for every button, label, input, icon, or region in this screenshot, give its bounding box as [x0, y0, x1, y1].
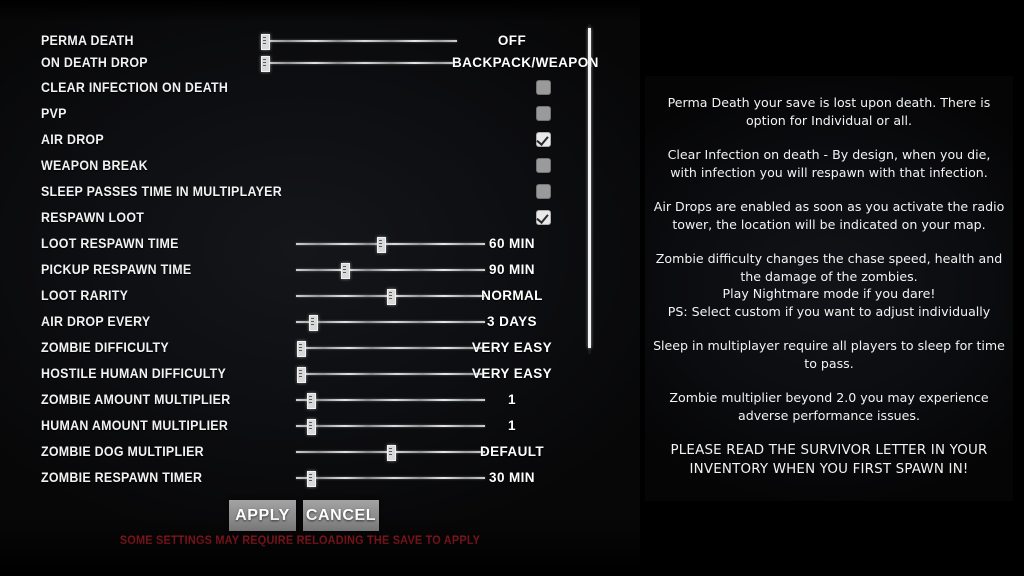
info-paragraph: Zombie multiplier beyond 2.0 you may exp… — [669, 390, 989, 423]
settings-row: LOOT RARITY NORMAL — [0, 285, 600, 307]
setting-value: VERY EASY — [471, 340, 553, 355]
info-paragraph: Zombie difficulty changes the chase spee… — [655, 251, 1003, 284]
setting-value: 90 MIN — [489, 262, 535, 277]
setting-label: PERMA DEATH — [41, 33, 134, 48]
settings-row: HUMAN AMOUNT MULTIPLIER 1 — [0, 415, 600, 437]
info-paragraph: PS: Select custom if you want to adjust … — [667, 303, 991, 319]
cancel-button-label: CANCEL — [305, 506, 377, 524]
slider-handle[interactable] — [307, 393, 317, 409]
info-paragraph: Air Drops are enabled as soon as you act… — [653, 199, 1005, 232]
setting-value: 60 MIN — [489, 236, 535, 251]
slider-handle[interactable] — [386, 445, 396, 461]
setting-label: AIR DROP — [41, 132, 104, 147]
cancel-button[interactable]: CANCEL — [303, 500, 379, 531]
warning-text: SOME SETTINGS MAY REQUIRE RELOADING THE … — [119, 535, 481, 547]
slider-handle[interactable] — [377, 237, 387, 253]
settings-row: PICKUP RESPAWN TIME 90 MIN — [0, 259, 600, 281]
setting-label: AIR DROP EVERY — [41, 314, 151, 329]
slider-handle[interactable] — [341, 263, 351, 279]
info-paragraph: Perma Death your save is lost upon death… — [667, 95, 991, 128]
settings-row: CLEAR INFECTION ON DEATH — [0, 77, 600, 99]
setting-label: ZOMBIE DOG MULTIPLIER — [41, 444, 204, 459]
settings-row: LOOT RESPAWN TIME 60 MIN — [0, 233, 600, 255]
setting-value: BACKPACK/WEAPON — [452, 55, 599, 70]
setting-value: 1 — [508, 392, 516, 407]
settings-row: PERMA DEATH OFF — [0, 30, 600, 52]
setting-label: ZOMBIE RESPAWN TIMER — [41, 470, 203, 485]
setting-label: CLEAR INFECTION ON DEATH — [41, 80, 229, 95]
slider-handle[interactable] — [307, 419, 317, 435]
setting-value: 30 MIN — [489, 470, 535, 485]
slider-handle[interactable] — [386, 289, 396, 305]
checkbox-unchecked[interactable] — [536, 184, 551, 199]
slider-handle[interactable] — [307, 471, 317, 487]
info-paragraphs: Perma Death your save is lost upon death… — [653, 94, 1005, 424]
info-footer: PLEASE READ THE SURVIVOR LETTER IN YOUR … — [670, 443, 988, 477]
setting-value: OFF — [497, 33, 527, 48]
setting-label: WEAPON BREAK — [41, 158, 148, 173]
settings-row: SLEEP PASSES TIME IN MULTIPLAYER — [0, 181, 600, 203]
setting-slider[interactable] — [261, 30, 457, 52]
settings-panel: PERMA DEATH OFF ON DEATH DROP BACKPACK/WEAP… — [0, 0, 640, 576]
settings-row: ZOMBIE DOG MULTIPLIER DEFAULT — [0, 441, 600, 463]
setting-label: HOSTILE HUMAN DIFFICULTY — [41, 366, 227, 381]
info-paragraph: Clear Infection on death - By design, wh… — [667, 147, 991, 180]
slider-handle[interactable] — [309, 315, 318, 331]
checkbox-unchecked[interactable] — [536, 106, 551, 121]
setting-value: NORMAL — [481, 288, 543, 303]
setting-value: 1 — [508, 418, 516, 433]
setting-value: VERY EASY — [471, 366, 553, 381]
setting-label: ZOMBIE DIFFICULTY — [41, 340, 169, 355]
settings-row: PVP — [0, 103, 600, 125]
setting-label: LOOT RESPAWN TIME — [41, 236, 179, 251]
setting-slider[interactable] — [261, 52, 457, 74]
scrollbar-thumb[interactable] — [588, 28, 591, 348]
setting-label: HUMAN AMOUNT MULTIPLIER — [41, 418, 229, 433]
slider-handle[interactable] — [297, 341, 306, 357]
checkbox-checked[interactable] — [536, 210, 551, 225]
settings-row: WEAPON BREAK — [0, 155, 600, 177]
slider-track[interactable] — [265, 62, 457, 64]
apply-button[interactable]: APPLY — [229, 500, 296, 531]
checkbox-unchecked[interactable] — [536, 80, 551, 95]
checkbox-unchecked[interactable] — [536, 158, 551, 173]
info-paragraph: Play Nightmare mode if you dare! — [722, 286, 936, 301]
settings-row: ON DEATH DROP BACKPACK/WEAPON — [0, 52, 600, 74]
setting-label: SLEEP PASSES TIME IN MULTIPLAYER — [41, 184, 282, 199]
setting-label: PVP — [41, 106, 67, 121]
settings-row: ZOMBIE AMOUNT MULTIPLIER 1 — [0, 389, 600, 411]
settings-row: AIR DROP — [0, 129, 600, 151]
setting-label: RESPAWN LOOT — [41, 210, 145, 225]
button-bar: APPLY CANCEL — [0, 500, 600, 532]
settings-row: AIR DROP EVERY 3 DAYS — [0, 311, 600, 333]
slider-handle[interactable] — [297, 367, 306, 383]
info-panel: Perma Death your save is lost upon death… — [645, 76, 1013, 501]
settings-row: RESPAWN LOOT — [0, 207, 600, 229]
setting-label: PICKUP RESPAWN TIME — [41, 262, 192, 277]
apply-button-label: APPLY — [235, 506, 290, 524]
checkbox-checked[interactable] — [536, 132, 551, 147]
settings-row: ZOMBIE RESPAWN TIMER 30 MIN — [0, 467, 600, 489]
setting-label: ON DEATH DROP — [41, 55, 148, 70]
setting-value: 3 DAYS — [487, 314, 537, 329]
slider-handle[interactable] — [261, 56, 270, 72]
slider-handle[interactable] — [261, 34, 270, 50]
settings-row: HOSTILE HUMAN DIFFICULTY VERY EASY — [0, 363, 600, 385]
settings-row: ZOMBIE DIFFICULTY VERY EASY — [0, 337, 600, 359]
info-paragraph: Sleep in multiplayer require all players… — [653, 338, 1005, 371]
setting-label: LOOT RARITY — [41, 288, 129, 303]
setting-label: ZOMBIE AMOUNT MULTIPLIER — [41, 392, 231, 407]
slider-track[interactable] — [265, 40, 457, 42]
setting-value: DEFAULT — [479, 444, 545, 459]
